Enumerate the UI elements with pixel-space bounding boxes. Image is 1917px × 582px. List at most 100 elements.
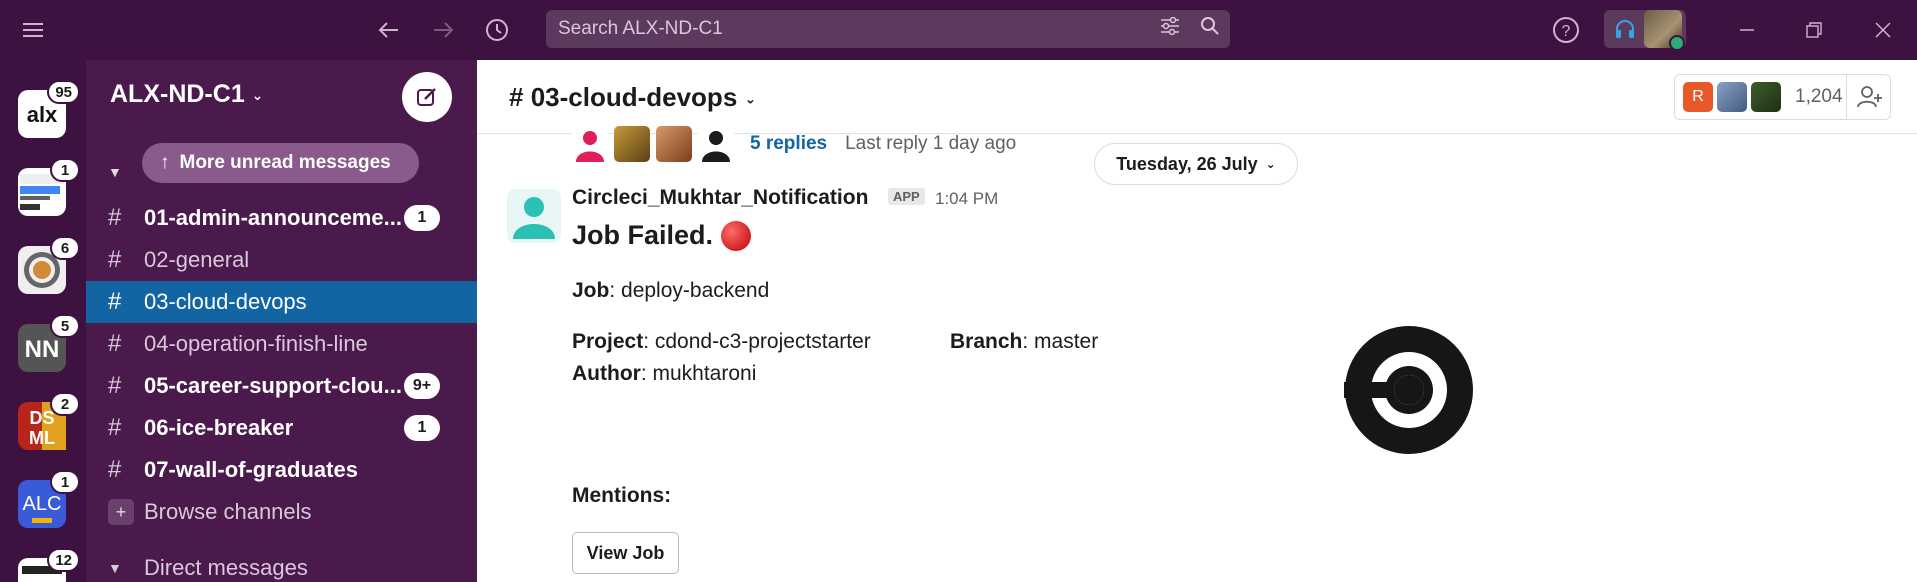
more-unread-button[interactable]: ↑ More unread messages [142, 143, 419, 183]
unread-badge: 1 [404, 415, 440, 441]
sender-name[interactable]: Circleci_Mukhtar_Notification [572, 186, 868, 210]
date-divider[interactable]: Tuesday, 26 July ⌄ [1094, 143, 1298, 185]
chevron-down-icon: ⌄ [744, 90, 757, 107]
caret-down-icon[interactable]: ▼ [108, 164, 122, 180]
message-time[interactable]: 1:04 PM [935, 189, 998, 209]
more-unread-label: More unread messages [179, 152, 391, 173]
workspace-nn[interactable]: NN 5 [18, 314, 80, 372]
channel-label: 03-cloud-devops [144, 289, 307, 314]
hash-icon: # [509, 82, 531, 112]
direct-messages-section[interactable]: ▼ Direct messages [86, 548, 477, 582]
caret-down-icon: ▼ [108, 560, 122, 576]
sidebar-item-02-general[interactable]: # 02-general [86, 239, 477, 281]
circleci-logo-icon [1344, 326, 1473, 454]
red-circle-icon [721, 220, 752, 251]
member-avatar [1751, 82, 1781, 112]
hash-icon: # [108, 330, 122, 357]
back-arrow-icon[interactable] [374, 0, 404, 60]
job-value: deploy-backend [621, 279, 770, 302]
search-icon[interactable] [1190, 16, 1230, 42]
channel-sidebar: ALX-ND-C1 ⌄ ▼ ↑ More unread messages # 0… [86, 60, 477, 582]
workspace-badge: 5 [50, 314, 80, 338]
forward-arrow-icon[interactable] [428, 0, 458, 60]
menu-icon[interactable] [18, 0, 48, 60]
member-avatar [1717, 82, 1747, 112]
workspace-q[interactable]: 6 [18, 236, 80, 294]
channel-label: 05-career-support-clou... [144, 373, 402, 398]
history-clock-icon[interactable] [481, 0, 513, 60]
mentions-label: Mentions: [572, 484, 672, 507]
sidebar-item-05-career-support[interactable]: # 05-career-support-clou... 9+ [86, 365, 477, 407]
arrow-up-icon: ↑ [160, 152, 170, 173]
close-icon[interactable] [1868, 0, 1898, 60]
sender-avatar[interactable] [507, 189, 561, 243]
headset-icon[interactable] [1612, 16, 1638, 42]
svg-text:ALC: ALC [23, 493, 62, 515]
author-label: Author [572, 362, 641, 385]
add-user-icon [1856, 86, 1882, 108]
compose-button[interactable] [402, 72, 452, 122]
browse-channels-button[interactable]: + Browse channels [86, 491, 477, 533]
help-icon[interactable]: ? [1550, 0, 1582, 60]
workspace-badge: 95 [47, 80, 80, 104]
sidebar-item-06-ice-breaker[interactable]: # 06-ice-breaker 1 [86, 407, 477, 449]
search-placeholder: Search ALX-ND-C1 [558, 18, 723, 39]
branch-label: Branch [950, 330, 1023, 353]
hash-icon: # [108, 288, 122, 315]
plus-icon: + [108, 499, 134, 525]
restore-icon[interactable] [1799, 0, 1829, 60]
sidebar-item-07-wall-of-graduates[interactable]: # 07-wall-of-graduates [86, 449, 477, 491]
view-job-button[interactable]: View Job [572, 532, 679, 574]
unread-badge: 1 [404, 205, 440, 231]
workspace-name: ALX-ND-C1 [110, 80, 245, 108]
job-label: Job [572, 279, 610, 302]
browse-channels-label: Browse channels [144, 499, 312, 524]
sidebar-item-01-admin-announcements[interactable]: # 01-admin-announceme... 1 [86, 197, 477, 239]
hash-icon: # [108, 414, 122, 441]
user-avatar[interactable] [1644, 10, 1685, 51]
hash-icon: # [108, 372, 122, 399]
minimize-icon[interactable] [1732, 0, 1762, 60]
add-member-button[interactable] [1846, 74, 1892, 120]
reply-avatar [614, 126, 650, 162]
reply-avatar [656, 126, 692, 162]
workspace-alc[interactable]: ALC 1 [18, 470, 80, 528]
channel-label: 04-operation-finish-line [144, 331, 368, 356]
channel-label: 01-admin-announceme... [144, 205, 402, 230]
member-avatar: R [1683, 82, 1713, 112]
channel-header: # 03-cloud-devops ⌄ R 1,204 [477, 60, 1917, 134]
workspace-badge: 12 [47, 548, 80, 572]
thread-summary[interactable]: 5 replies Last reply 1 day ago [572, 126, 1016, 162]
workspace-title[interactable]: ALX-ND-C1 ⌄ [110, 80, 263, 109]
top-bar: Search ALX-ND-C1 ? [0, 0, 1917, 60]
member-count: 1,204 [1795, 86, 1843, 107]
workspace-deep[interactable]: 12 [18, 548, 80, 582]
channel-title[interactable]: # 03-cloud-devops ⌄ [509, 82, 756, 113]
job-failed-heading: Job Failed. [572, 220, 752, 251]
chevron-down-icon: ⌄ [1265, 157, 1276, 171]
filter-icon[interactable] [1150, 16, 1190, 41]
sidebar-item-03-cloud-devops[interactable]: # 03-cloud-devops [86, 281, 477, 323]
workspace-google-developers[interactable]: 1 [18, 158, 80, 216]
project-label: Project [572, 330, 644, 353]
app-tag: APP [888, 188, 925, 205]
svg-text:NN: NN [25, 336, 60, 363]
project-field: Project: cdond-c3-projectstarter [572, 330, 871, 353]
svg-text:alx: alx [27, 102, 58, 127]
sidebar-item-04-operation-finish-line[interactable]: # 04-operation-finish-line [86, 323, 477, 365]
reply-avatar [572, 126, 608, 162]
channel-label: 02-general [144, 247, 250, 272]
search-bar[interactable]: Search ALX-ND-C1 [546, 10, 1230, 48]
hash-icon: # [108, 204, 122, 231]
hash-icon: # [108, 456, 122, 483]
replies-link[interactable]: 5 replies [750, 133, 827, 155]
user-status-area[interactable] [1604, 10, 1686, 51]
workspace-alx[interactable]: alx 95 [18, 80, 80, 138]
message-pane: # 03-cloud-devops ⌄ R 1,204 5 replies La… [477, 60, 1917, 582]
direct-messages-label: Direct messages [144, 555, 308, 580]
compose-icon [417, 88, 436, 106]
workspace-badge: 1 [50, 470, 80, 494]
svg-text:DS: DS [29, 408, 54, 428]
workspace-dsml[interactable]: DS ML 2 [18, 392, 80, 450]
date-label: Tuesday, 26 July [1116, 153, 1258, 174]
